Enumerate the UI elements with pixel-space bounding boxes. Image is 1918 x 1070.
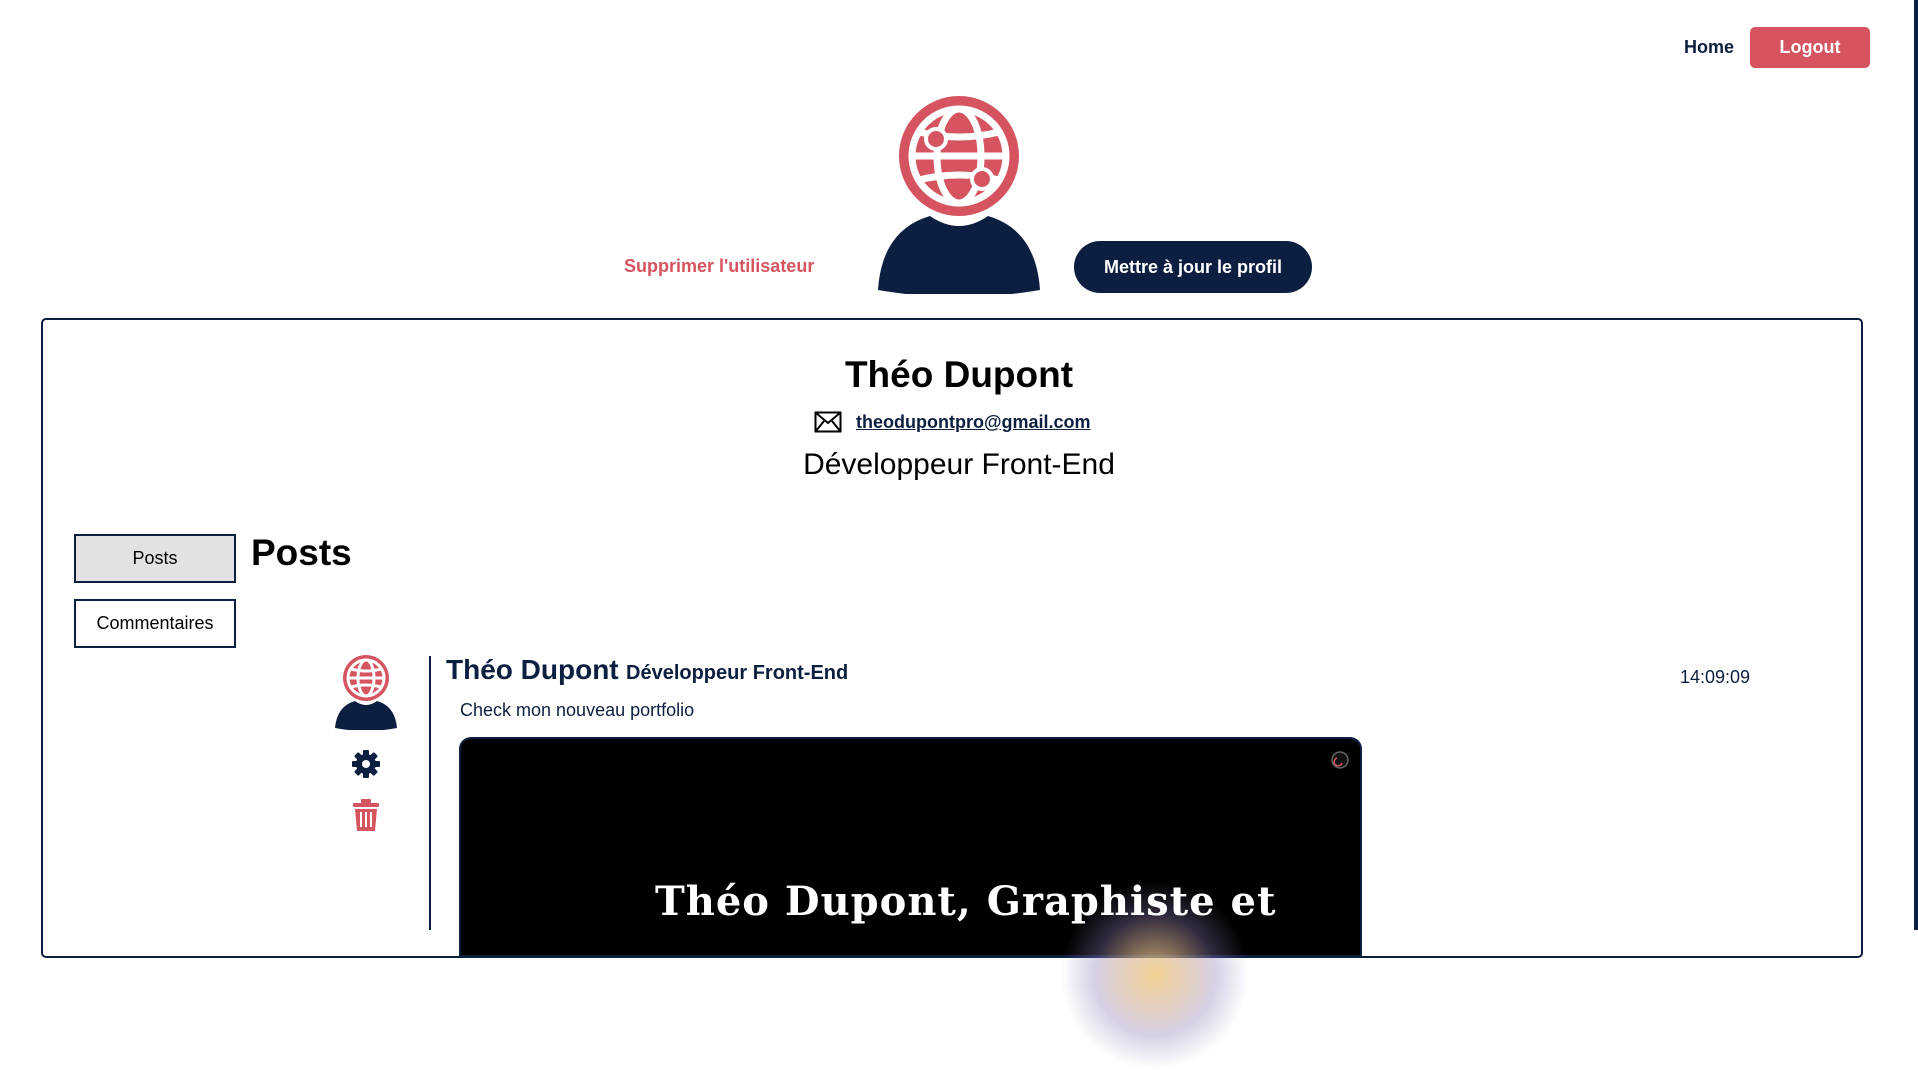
top-nav: Home Logout xyxy=(1684,27,1870,68)
logout-button[interactable]: Logout xyxy=(1750,27,1870,68)
section-title: Posts xyxy=(251,532,352,573)
post-divider xyxy=(429,656,431,930)
update-profile-button[interactable]: Mettre à jour le profil xyxy=(1074,241,1312,293)
post-time: 14:09:09 xyxy=(1680,667,1751,687)
email-row: theodupontpro@gmail.com xyxy=(814,411,1091,433)
mail-icon xyxy=(814,411,842,433)
tab-posts[interactable]: Posts xyxy=(74,534,236,583)
post-image-text: Théo Dupont, Graphiste et xyxy=(655,878,1277,925)
post-avatar-icon xyxy=(335,655,397,730)
email-link[interactable]: theodupontpro@gmail.com xyxy=(856,412,1091,433)
tab-comments[interactable]: Commentaires xyxy=(74,599,236,648)
home-link[interactable]: Home xyxy=(1684,37,1734,58)
settings-icon[interactable] xyxy=(351,749,381,779)
post-role: Développeur Front-End xyxy=(626,662,849,684)
profile-name: Théo Dupont xyxy=(844,354,1074,395)
theme-toggle-icon[interactable] xyxy=(1330,750,1350,770)
profile-avatar-icon xyxy=(878,96,1040,294)
trash-icon[interactable] xyxy=(352,798,380,832)
post-text: Check mon nouveau portfolio xyxy=(460,700,695,720)
profile-job-title: Développeur Front-End xyxy=(803,448,1115,481)
delete-user-button[interactable]: Supprimer l'utilisateur xyxy=(624,256,814,277)
post-author: Théo Dupont xyxy=(446,654,619,685)
